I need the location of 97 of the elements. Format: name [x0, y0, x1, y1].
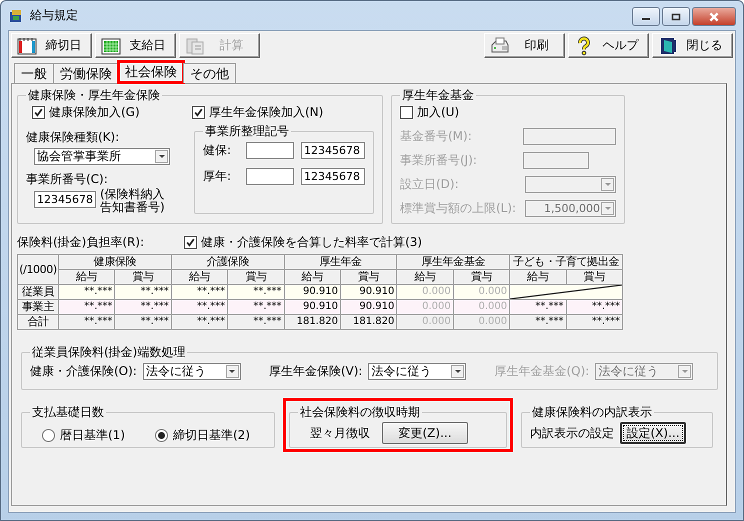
window-title: 給与規定 — [30, 7, 78, 24]
caret-icon — [682, 370, 688, 374]
row-header: 事業主 — [18, 300, 58, 314]
table-cell[interactable]: **.*** — [228, 314, 284, 330]
column-header: 賞与 — [114, 270, 172, 284]
column-header: 給与 — [284, 270, 340, 284]
tab[interactable]: その他 — [183, 63, 236, 83]
column-header: 賞与 — [453, 270, 510, 284]
column-header: 給与 — [396, 270, 454, 284]
dropdown[interactable]: 法令に従う — [142, 363, 241, 380]
tab[interactable]: 一般 — [14, 63, 54, 83]
field-label: 標準賞与額の上限(L): — [400, 200, 516, 217]
row-header: 従業員 — [18, 284, 58, 300]
calendar-grid-icon — [101, 36, 121, 56]
radio-button[interactable]: 暦日基準(1) — [42, 427, 125, 444]
value-text: 翌々月徴収 — [310, 424, 370, 442]
field-label: 厚生年金基金(Q): — [494, 363, 590, 380]
maximize-icon — [671, 12, 681, 20]
column-header: 健康保険 — [58, 254, 172, 270]
field-label: 健康保険種類(K): — [26, 129, 120, 146]
field-label: 厚年: — [203, 168, 232, 185]
table-cell[interactable]: **.*** — [114, 314, 172, 330]
group-title: 健康保険・厚生年金保険 — [27, 87, 161, 104]
field-label: 健康・介護保険(O): — [30, 363, 137, 380]
table-cell[interactable]: **.*** — [510, 314, 566, 330]
group-title: 事業所整理記号 — [204, 123, 290, 140]
group-title: 従業員保険料(掛金)端数処理 — [31, 344, 186, 361]
type-dropdown[interactable]: 協会管掌事業所 — [34, 148, 170, 165]
checkbox[interactable]: 加入(U) — [400, 104, 616, 121]
settings-button[interactable]: 設定(X)... — [620, 422, 686, 444]
toolbar-button[interactable]: 締切日 — [11, 33, 92, 58]
input-field[interactable] — [523, 128, 616, 145]
field-note: (保険料納入告知書番号) — [100, 188, 166, 214]
dropdown[interactable] — [525, 176, 616, 193]
column-header: 賞与 — [566, 270, 622, 284]
column-header: 子ども・子育て拠出金 — [510, 254, 622, 270]
table-cell[interactable]: **.*** — [58, 314, 115, 330]
column-header: 賞与 — [228, 270, 284, 284]
toolbar-button[interactable]: 閉じる — [652, 33, 733, 58]
close-button[interactable] — [692, 7, 736, 26]
app-icon — [8, 8, 24, 24]
table-cell[interactable]: 181.820 — [284, 314, 340, 330]
field-label: 健保: — [203, 142, 232, 159]
input-field[interactable] — [246, 168, 294, 185]
group-title: 社会保険料の徴収時期 — [299, 404, 421, 421]
field-label: 事業所番号(C): — [26, 171, 109, 188]
corner-header: (/1000) — [18, 254, 58, 284]
caret-icon — [454, 370, 461, 374]
close-icon — [708, 12, 720, 22]
field-label: 内訳表示の設定 — [530, 424, 614, 442]
input-field[interactable]: 12345678 — [34, 191, 96, 208]
tab[interactable]: 社会保険 — [118, 61, 184, 83]
column-header: 厚生年金基金 — [396, 254, 510, 270]
group-title: 厚生年金基金 — [401, 87, 475, 104]
column-header: 賞与 — [340, 270, 397, 284]
table-cell[interactable]: **.*** — [566, 314, 622, 330]
tab[interactable]: 労働保険 — [53, 63, 119, 83]
table-cell[interactable]: **.*** — [171, 314, 228, 330]
column-header: 給与 — [58, 270, 115, 284]
field-label: 事業所番号(J): — [400, 152, 477, 169]
row-header: 合計 — [18, 314, 58, 330]
minimize-button[interactable] — [632, 7, 660, 26]
caret-icon — [604, 182, 610, 186]
input-field[interactable] — [523, 152, 589, 169]
column-header: 給与 — [510, 270, 566, 284]
printer-icon — [490, 36, 510, 56]
toolbar-button[interactable]: 支給日 — [95, 33, 176, 58]
check-icon — [33, 107, 44, 118]
dropdown[interactable]: 法令に従う — [368, 363, 466, 380]
caret-icon — [229, 370, 236, 374]
column-header: 給与 — [171, 270, 228, 284]
column-header: 厚生年金 — [284, 254, 397, 270]
check-icon — [185, 237, 196, 248]
input-field[interactable]: 12345678 — [301, 168, 365, 185]
field-label: 基金番号(M): — [400, 128, 472, 145]
caret-icon — [158, 154, 164, 158]
table-cell[interactable]: 181.820 — [340, 314, 397, 330]
input-field[interactable]: 12345678 — [301, 142, 365, 159]
check-icon — [193, 107, 204, 118]
radio-button[interactable]: 締切日基準(2) — [155, 427, 250, 444]
toolbar-button[interactable]: ヘルプ — [568, 33, 649, 58]
checkbox[interactable]: 健康保険加入(G) — [26, 104, 192, 121]
book-icon — [658, 36, 678, 56]
section-label: 保険料(掛金)負担率(R): — [17, 234, 144, 251]
field-label: 設立日(D): — [400, 176, 459, 193]
input-field[interactable] — [246, 142, 294, 159]
field-label: 厚生年金保険(V): — [268, 363, 362, 380]
caret-icon — [604, 206, 610, 210]
calendar-icon — [17, 36, 37, 56]
column-header: 介護保険 — [171, 254, 284, 270]
change-button[interactable]: 変更(Z)... — [382, 422, 468, 444]
group-title: 健康保険料の内訳表示 — [531, 404, 653, 421]
maximize-button[interactable] — [662, 7, 690, 26]
checkbox[interactable]: 厚生年金保険加入(N) — [192, 104, 324, 121]
group-title: 支払基礎日数 — [31, 404, 105, 421]
toolbar-button[interactable]: 印刷 — [484, 33, 565, 58]
checkbox[interactable]: 健康・介護保険を合算した料率で計算(3) — [184, 234, 422, 251]
